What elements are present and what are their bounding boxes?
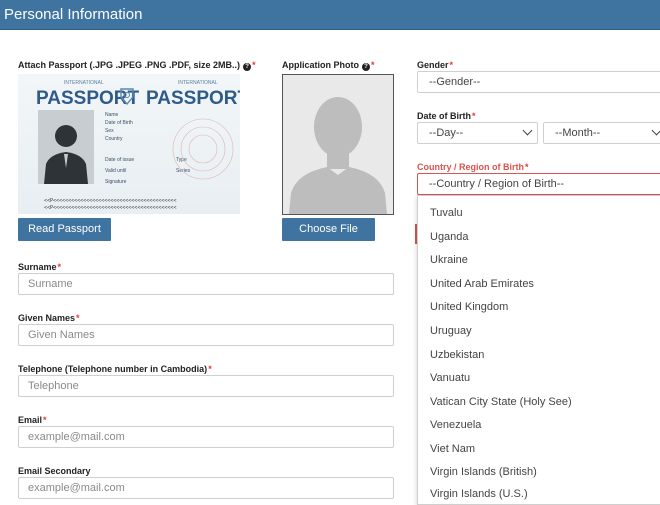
birth-day-select-value: --Day-- <box>429 127 464 139</box>
surname-label-text: Surname <box>18 262 57 272</box>
passport-field: Name <box>105 112 119 118</box>
dropdown-option[interactable]: Virgin Islands (U.S.) <box>430 488 528 500</box>
country-of-birth-select[interactable]: --Country / Region of Birth-- <box>417 173 660 195</box>
passport-label: Attach Passport (.JPG .JPEG .PNG .PDF, s… <box>18 60 256 71</box>
required-mark: * <box>449 60 454 70</box>
dropdown-option[interactable]: United Arab Emirates <box>430 278 534 290</box>
dropdown-option[interactable]: Tuvalu <box>430 207 463 219</box>
required-mark: * <box>525 162 529 172</box>
country-of-birth-label-text: Country / Region of Birth <box>417 162 524 172</box>
application-photo-label: Application Photo? * <box>282 60 375 71</box>
dropdown-option[interactable]: Uzbekistan <box>430 349 484 361</box>
country-of-birth-label: Country / Region of Birth* <box>417 162 529 172</box>
dropdown-option[interactable]: Vatican City State (Holy See) <box>430 396 572 408</box>
surname-input[interactable]: Surname <box>18 273 394 295</box>
passport-portrait <box>38 110 94 184</box>
dropdown-option[interactable]: Uruguay <box>430 325 472 337</box>
person-silhouette-icon <box>44 125 88 184</box>
choose-file-button[interactable]: Choose File <box>282 218 375 241</box>
help-icon[interactable]: ? <box>243 63 252 71</box>
passport-small-left: INTERNATIONAL <box>64 80 104 86</box>
dropdown-option[interactable]: United Kingdom <box>430 301 508 313</box>
help-icon[interactable]: ? <box>362 63 370 71</box>
page-title: Personal Information <box>4 6 143 23</box>
section-header: Personal Information <box>0 0 660 30</box>
passport-field: Date of issue <box>105 157 135 163</box>
given-names-input[interactable]: Given Names <box>18 324 394 346</box>
required-mark: * <box>472 111 476 121</box>
application-photo-label-text: Application Photo <box>282 60 359 70</box>
required-mark: * <box>57 262 62 272</box>
passport-word-right: PASSPORT <box>146 88 240 109</box>
country-of-birth-select-value: --Country / Region of Birth-- <box>429 178 565 190</box>
birth-month-select-value: --Month-- <box>555 127 601 139</box>
gender-label-text: Gender <box>417 60 449 70</box>
gender-select-value: --Gender-- <box>429 76 481 88</box>
required-mark: * <box>76 313 80 323</box>
read-passport-button[interactable]: Read Passport <box>18 218 111 241</box>
passport-mrz-line: <<P<<<<<<<<<<<<<<<<<<<<<<<<<<<<<<<<<<<<<… <box>44 205 177 211</box>
passport-small-right: INTERNATIONAL <box>178 80 218 86</box>
required-mark: * <box>43 415 47 425</box>
chevron-down-icon <box>651 125 660 136</box>
application-photo-preview <box>282 74 394 215</box>
surname-label: Surname* <box>18 262 61 272</box>
avatar-placeholder-icon <box>283 75 393 214</box>
passport-mrz-line: <<P<<<<<<<<<<<<<<<<<<<<<<<<<<<<<<<<<<<<<… <box>44 198 177 204</box>
required-mark: * <box>208 364 212 374</box>
passport-field: Valid until <box>105 168 127 174</box>
given-names-label: Given Names* <box>18 313 80 323</box>
passport-field: Country <box>105 136 123 142</box>
date-of-birth-label-text: Date of Birth <box>417 111 471 121</box>
dropdown-option[interactable]: Venezuela <box>430 419 481 431</box>
dropdown-option[interactable]: Viet Nam <box>430 443 475 455</box>
passport-guilloche-pattern <box>172 118 234 180</box>
passport-field: Date of Birth <box>105 120 133 126</box>
dropdown-option[interactable]: Ukraine <box>430 254 468 266</box>
passport-emblem-icon <box>120 88 134 105</box>
dropdown-option[interactable]: Vanuatu <box>430 372 470 384</box>
country-dropdown-list[interactable]: Tuvalu Uganda Ukraine United Arab Emirat… <box>417 195 660 505</box>
passport-field: Signature <box>105 179 127 185</box>
email-secondary-label: Email Secondary <box>18 466 91 476</box>
gender-select[interactable]: --Gender-- <box>417 71 660 93</box>
date-of-birth-label: Date of Birth* <box>417 111 476 121</box>
dropdown-option[interactable]: Uganda <box>430 231 469 243</box>
required-mark: * <box>252 60 256 70</box>
email-label: Email* <box>18 415 47 425</box>
telephone-label-text: Telephone (Telephone number in Cambodia) <box>18 364 208 374</box>
required-mark: * <box>371 60 375 70</box>
birth-day-select[interactable]: --Day-- <box>417 122 538 144</box>
email-label-text: Email <box>18 415 43 425</box>
gender-label: Gender* <box>417 60 453 70</box>
passport-preview-image: INTERNATIONAL INTERNATIONAL PASSPORT PAS… <box>18 74 240 214</box>
passport-field: Sex <box>105 128 114 134</box>
chevron-down-icon <box>522 125 533 136</box>
passport-label-text: Attach Passport (.JPG .JPEG .PNG .PDF, s… <box>18 60 241 70</box>
email-input[interactable]: example@mail.com <box>18 426 394 448</box>
birth-month-select[interactable]: --Month-- <box>543 122 660 144</box>
telephone-label: Telephone (Telephone number in Cambodia)… <box>18 364 212 374</box>
dropdown-option[interactable]: Virgin Islands (British) <box>430 466 537 478</box>
email-secondary-label-text: Email Secondary <box>18 466 91 476</box>
telephone-input[interactable]: Telephone <box>18 375 394 397</box>
given-names-label-text: Given Names <box>18 313 76 323</box>
